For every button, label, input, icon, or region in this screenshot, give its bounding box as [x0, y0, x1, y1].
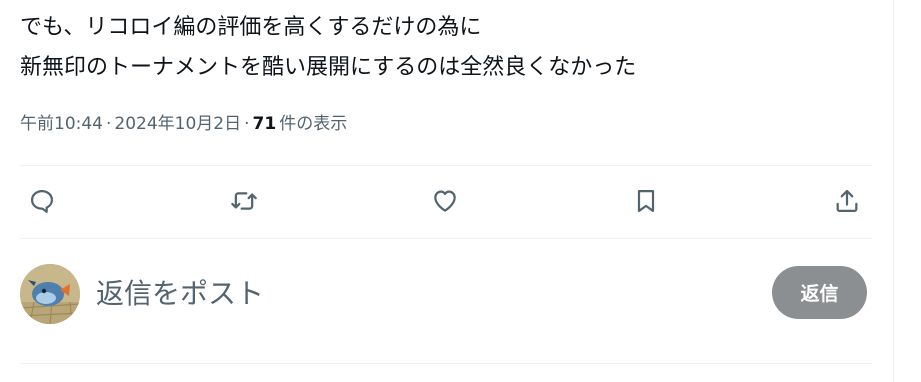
divider [20, 238, 872, 239]
share-button[interactable] [830, 184, 864, 218]
heart-icon [434, 190, 456, 212]
tweet-text: でも、リコロイ編の評価を高くするだけの為に 新無印のトーナメントを酷い展開にする… [20, 8, 880, 88]
retweet-button[interactable] [227, 184, 261, 218]
tweet-time[interactable]: 午前10:44 [20, 114, 103, 134]
like-button[interactable] [428, 184, 462, 218]
action-bar [20, 182, 872, 222]
bookmark-button[interactable] [629, 184, 663, 218]
divider [20, 363, 872, 364]
reply-submit-button[interactable]: 返信 [772, 266, 867, 319]
reply-input[interactable] [96, 270, 736, 316]
retweet-arrows-icon [231, 192, 257, 210]
avatar[interactable] [20, 264, 80, 324]
tweet-meta: 午前10:44 · 2024年10月2日 · 71 件の表示 [20, 110, 347, 138]
meta-separator: · [244, 114, 250, 134]
column-border [893, 0, 894, 382]
tweet-date[interactable]: 2024年10月2日 [114, 114, 241, 134]
views-count: 71 [252, 114, 277, 134]
speech-bubble-icon [30, 189, 54, 213]
views-label: 件の表示 [279, 114, 348, 134]
share-upload-icon [836, 189, 858, 213]
divider [20, 165, 872, 166]
bookmark-icon [637, 189, 655, 213]
avatar-image [20, 264, 80, 324]
tweet-text-line: でも、リコロイ編の評価を高くするだけの為に [20, 15, 482, 40]
meta-separator: · [106, 114, 112, 134]
tweet-text-line: 新無印のトーナメントを酷い展開にするのは全然良くなかった [20, 55, 637, 80]
reply-button[interactable] [25, 184, 59, 218]
